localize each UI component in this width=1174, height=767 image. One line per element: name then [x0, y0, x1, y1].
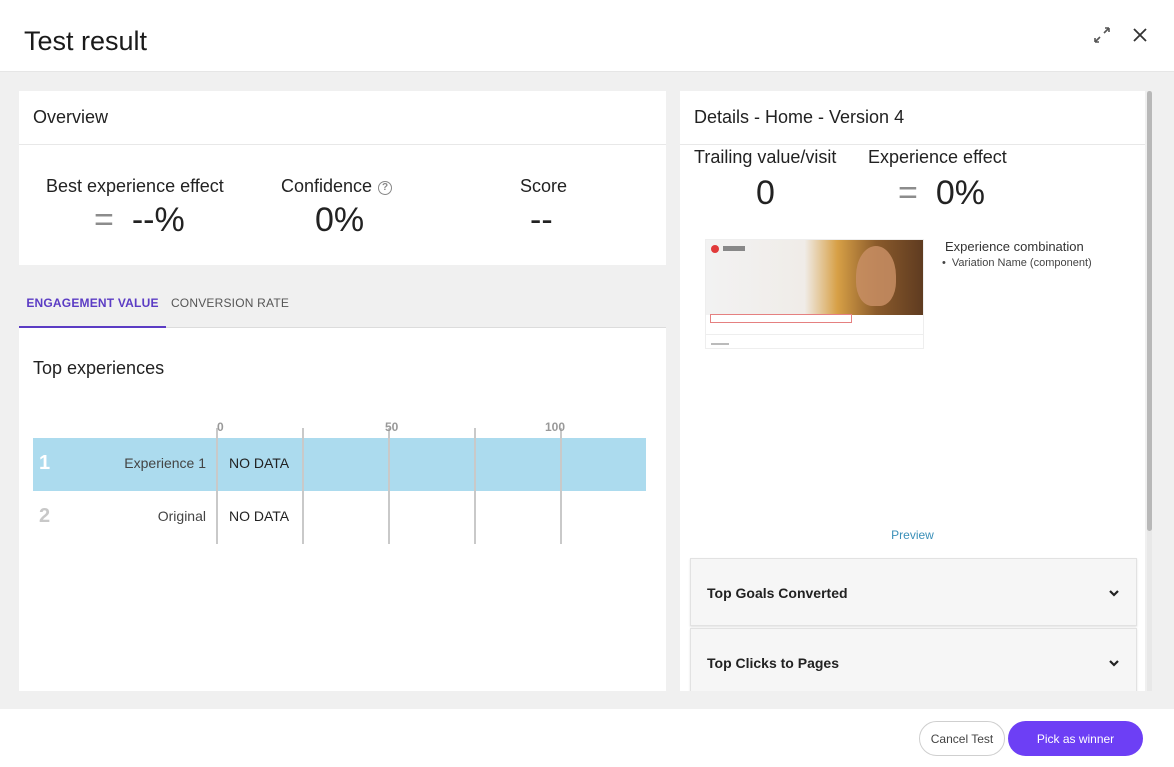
- accordion-label: Top Clicks to Pages: [707, 655, 839, 671]
- pick-as-winner-button[interactable]: Pick as winner: [1008, 721, 1143, 756]
- expand-icon[interactable]: [1091, 24, 1113, 46]
- cancel-test-button[interactable]: Cancel Test: [919, 721, 1005, 756]
- experience-effect-label: Experience effect: [868, 147, 1007, 167]
- preview-link[interactable]: Preview: [680, 528, 1145, 542]
- top-goals-converted-accordion[interactable]: Top Goals Converted: [690, 558, 1137, 626]
- equal-icon: =: [898, 174, 918, 212]
- chevron-down-icon: [1109, 660, 1119, 667]
- help-icon[interactable]: ?: [378, 181, 393, 195]
- no-data-label: NO DATA: [229, 508, 290, 524]
- gridline-50: [388, 428, 390, 544]
- dialog-body: Overview Best experience effect = --% Con…: [0, 72, 1174, 709]
- metric-tabs: ENGAGEMENT VALUE CONVERSION RATE: [19, 281, 666, 328]
- no-data-label: NO DATA: [229, 455, 290, 471]
- trailing-value: 0: [756, 174, 775, 212]
- experiences-chart: 1 Experience 1 NO DATA 2 Original NO DAT…: [33, 418, 646, 548]
- dialog-title: Test result: [24, 26, 148, 56]
- tick-label-0: 0: [217, 420, 224, 434]
- score-label: Score: [520, 176, 568, 196]
- axis-line-0: [216, 428, 218, 544]
- divider: [706, 334, 923, 335]
- sitecore-logo-icon: [711, 245, 719, 253]
- variation-thumbnail: [705, 239, 924, 349]
- equal-icon: =: [94, 201, 114, 239]
- tab-conversion-rate[interactable]: CONVERSION RATE: [166, 281, 294, 328]
- gridline-100: [560, 428, 562, 544]
- tab-engagement-value[interactable]: ENGAGEMENT VALUE: [19, 281, 166, 328]
- tick-label-100: 100: [545, 420, 566, 434]
- best-effect-number: --%: [131, 201, 185, 239]
- confidence-value: 0%: [315, 201, 365, 239]
- combination-item: Variation Name (component): [942, 257, 1092, 269]
- rank-number: 2: [39, 505, 51, 527]
- details-scrollbar[interactable]: [1147, 91, 1152, 691]
- tick-label-50: 50: [385, 420, 399, 434]
- variation-highlight-box: [710, 314, 852, 323]
- experience-effect-value: = 0%: [898, 174, 985, 213]
- divider: [680, 144, 1145, 145]
- logo-wordmark: [723, 246, 745, 251]
- score-value: --: [530, 201, 553, 239]
- top-experiences-title: Top experiences: [33, 358, 165, 378]
- experience-name: Original: [157, 508, 206, 524]
- overview-panel: Overview Best experience effect = --% Con…: [19, 91, 666, 265]
- overview-title: Overview: [33, 107, 109, 127]
- experience-combination-list: Variation Name (component): [942, 257, 1092, 269]
- rank-number: 1: [39, 452, 51, 474]
- thumbnail-person-image: [856, 246, 896, 306]
- dialog-header: Test result: [0, 0, 1174, 72]
- top-experiences-panel: Top experiences 1 Experience 1 NO DATA 2…: [19, 328, 666, 691]
- details-title: Details - Home - Version 4: [694, 107, 905, 127]
- best-effect-value: = --%: [94, 201, 185, 240]
- gridline: [474, 428, 476, 544]
- details-panel: Details - Home - Version 4 Trailing valu…: [680, 91, 1145, 691]
- thumbnail-footer-text: [711, 343, 729, 345]
- gridline: [302, 428, 304, 544]
- best-effect-label: Best experience effect: [46, 176, 224, 196]
- experience-row[interactable]: 1 Experience 1 NO DATA: [33, 438, 646, 491]
- experience-name: Experience 1: [124, 455, 206, 471]
- top-clicks-to-pages-accordion[interactable]: Top Clicks to Pages: [690, 628, 1137, 691]
- experience-combination-title: Experience combination: [945, 239, 1084, 254]
- chevron-down-icon: [1109, 590, 1119, 597]
- dialog-footer: Cancel Test Pick as winner: [0, 709, 1174, 767]
- confidence-label: Confidence?: [281, 176, 393, 197]
- experience-effect-number: 0%: [935, 174, 985, 212]
- trailing-value-label: Trailing value/visit: [694, 147, 837, 167]
- divider: [19, 144, 666, 145]
- confidence-label-text: Confidence: [281, 176, 373, 196]
- close-icon[interactable]: [1129, 24, 1151, 46]
- scrollbar-thumb[interactable]: [1147, 91, 1152, 531]
- experience-row[interactable]: 2 Original NO DATA: [33, 491, 646, 544]
- accordion-label: Top Goals Converted: [707, 585, 848, 601]
